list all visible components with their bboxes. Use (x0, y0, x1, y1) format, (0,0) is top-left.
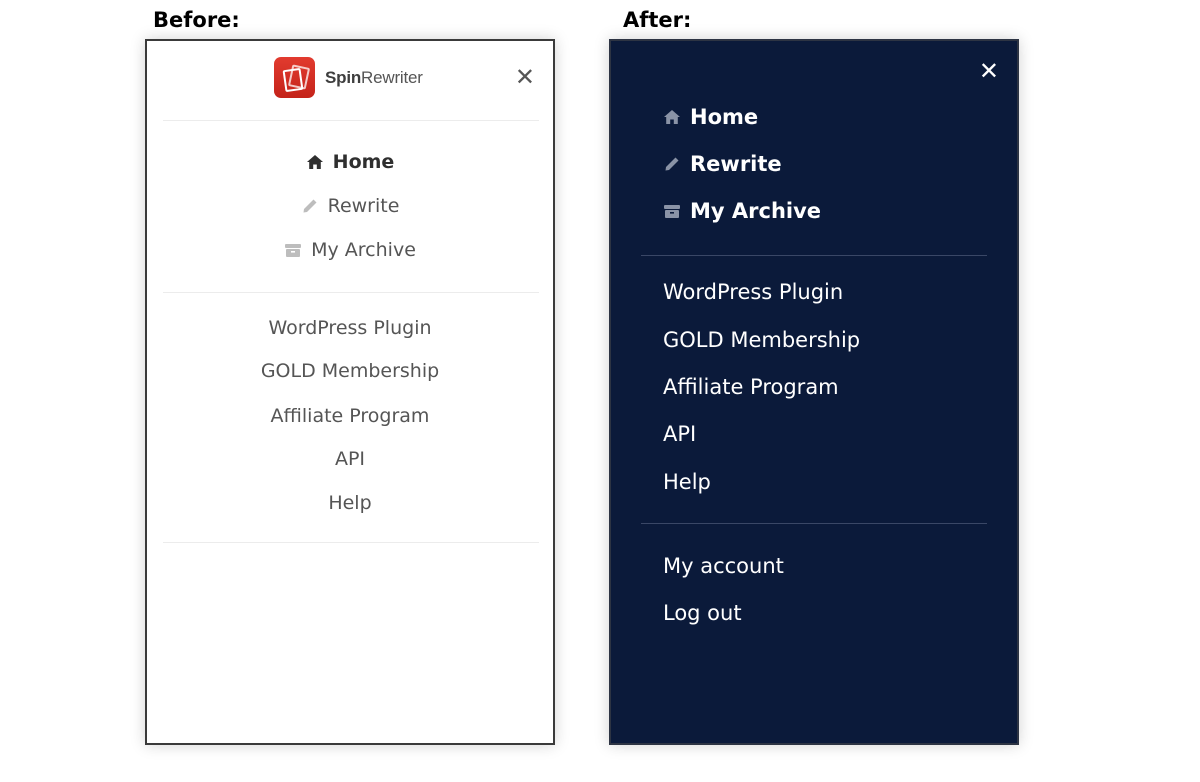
pencil-icon (301, 197, 319, 215)
nav-item-affiliate-program[interactable]: Affiliate Program (663, 375, 839, 399)
nav-item-rewrite[interactable]: Rewrite (147, 195, 553, 217)
nav-item-help[interactable]: Help (147, 492, 553, 514)
nav-item-log-out[interactable]: Log out (663, 601, 742, 625)
nav-item-label: GOLD Membership (663, 328, 861, 352)
secondary-nav-divider (163, 542, 539, 543)
primary-nav-divider (641, 255, 987, 256)
nav-item-gold-membership[interactable]: GOLD Membership (663, 328, 860, 352)
before-caption: Before: (153, 8, 240, 32)
nav-item-label: API (663, 422, 697, 446)
archive-icon (663, 202, 681, 220)
after-caption: After: (623, 8, 692, 32)
nav-item-home[interactable]: Home (147, 151, 553, 173)
nav-item-label: WordPress Plugin (268, 317, 432, 339)
nav-item-home[interactable]: Home (663, 105, 758, 129)
home-icon (306, 153, 324, 171)
nav-item-label: Log out (663, 601, 742, 625)
nav-item-help[interactable]: Help (663, 470, 711, 494)
home-icon (663, 108, 681, 126)
before-menu-panel: SpinRewriter ✕ Home Rewrite My Archive W… (145, 39, 555, 745)
before-menu-header: SpinRewriter ✕ (147, 55, 553, 99)
close-icon[interactable]: ✕ (515, 65, 535, 89)
nav-item-wordpress-plugin[interactable]: WordPress Plugin (663, 280, 843, 304)
nav-item-api[interactable]: API (147, 448, 553, 470)
secondary-nav-divider (641, 523, 987, 524)
nav-item-api[interactable]: API (663, 422, 696, 446)
nav-item-label: Rewrite (327, 195, 400, 217)
nav-item-label: GOLD Membership (260, 360, 440, 382)
nav-item-label: API (334, 448, 366, 470)
nav-item-wordpress-plugin[interactable]: WordPress Plugin (147, 317, 553, 339)
nav-item-rewrite[interactable]: Rewrite (663, 152, 782, 176)
logo-wordmark: SpinRewriter (325, 67, 423, 87)
nav-item-my-archive[interactable]: My Archive (663, 199, 821, 223)
spinrewriter-logo-icon (274, 57, 315, 98)
nav-item-my-archive[interactable]: My Archive (147, 239, 553, 261)
nav-item-label: Home (332, 151, 395, 173)
close-icon[interactable]: ✕ (979, 59, 999, 83)
nav-item-affiliate-program[interactable]: Affiliate Program (147, 405, 553, 427)
archive-icon (284, 241, 302, 259)
nav-item-label: Home (690, 105, 759, 129)
nav-item-label: WordPress Plugin (663, 280, 844, 304)
nav-item-label: Help (328, 492, 372, 514)
pencil-icon (663, 155, 681, 173)
nav-item-label: Rewrite (690, 152, 782, 176)
nav-item-label: Affiliate Program (663, 375, 839, 399)
nav-item-label: Help (663, 470, 711, 494)
after-menu-panel: ✕ Home Rewrite My Archive WordPress Plug… (609, 39, 1019, 745)
nav-item-my-account[interactable]: My account (663, 554, 784, 578)
nav-item-label: My Archive (311, 239, 416, 261)
comparison-stage: Before: After: SpinRewriter ✕ Home Rewri… (0, 0, 1200, 782)
nav-item-gold-membership[interactable]: GOLD Membership (147, 360, 553, 382)
nav-item-label: My Archive (690, 199, 822, 223)
spinrewriter-logo[interactable]: SpinRewriter (274, 57, 423, 98)
nav-item-label: Affiliate Program (270, 405, 430, 427)
header-divider (163, 120, 539, 121)
nav-item-label: My account (663, 554, 784, 578)
primary-nav-divider (163, 292, 539, 293)
